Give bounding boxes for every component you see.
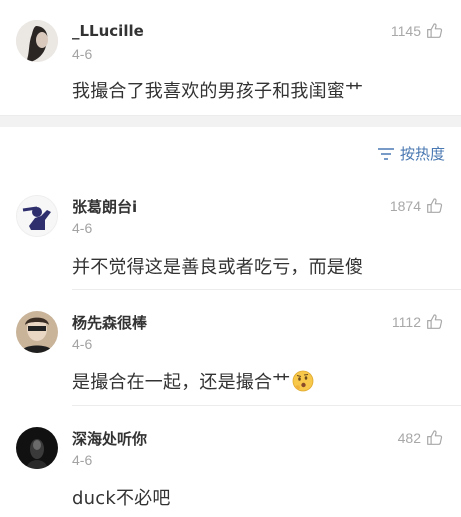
username[interactable]: 张葛朗台i	[72, 196, 137, 217]
thinking-face-emoji-icon	[293, 370, 314, 392]
comment-text: 并不觉得这是善良或者吃亏，而是傻	[72, 257, 364, 278]
thumbs-up-icon	[427, 430, 443, 445]
sort-by-hot-button[interactable]: 按热度	[377, 143, 445, 164]
section-separator	[0, 115, 461, 127]
like-button[interactable]: 482	[398, 429, 443, 446]
thumbs-up-icon	[427, 23, 443, 38]
like-count: 1112	[391, 313, 421, 330]
comment-item[interactable]: 深海处听你 4-6 482 duck不必吧	[0, 406, 461, 517]
comment-item[interactable]: _LLucille 4-6 1145 我撮合了我喜欢的男孩子和我闺蜜艹	[0, 0, 461, 115]
avatar[interactable]	[16, 195, 58, 237]
comment-item[interactable]: 张葛朗台i 4-6 1874 并不觉得这是善良或者吃亏，而是傻	[0, 180, 461, 288]
thumbs-up-icon	[427, 314, 443, 329]
like-button[interactable]: 1112	[392, 313, 443, 330]
comment-item[interactable]: 杨先森很棒 4-6 1112 是撮合在一起，还是撮合艹	[0, 290, 461, 405]
comment-date: 4-6	[72, 220, 93, 236]
thumbs-up-icon	[427, 198, 443, 213]
comment-date: 4-6	[72, 336, 93, 352]
comment-date: 4-6	[72, 452, 93, 468]
avatar[interactable]	[16, 427, 58, 469]
comment-text: 我撮合了我喜欢的男孩子和我闺蜜艹	[72, 81, 364, 102]
avatar[interactable]	[16, 20, 58, 62]
sort-lines-icon	[377, 147, 394, 160]
comment-text: 是撮合在一起，还是撮合艹	[72, 372, 291, 393]
sort-label: 按热度	[399, 145, 445, 163]
like-button[interactable]: 1874	[390, 197, 443, 214]
avatar[interactable]	[16, 311, 58, 353]
comment-text-row: 是撮合在一起，还是撮合艹	[72, 368, 314, 394]
like-count: 1145	[390, 22, 421, 39]
like-button[interactable]: 1145	[391, 22, 443, 39]
username[interactable]: 杨先森很棒	[72, 312, 147, 333]
username[interactable]: 深海处听你	[72, 428, 147, 449]
like-count: 482	[397, 429, 421, 446]
comment-date: 4-6	[72, 46, 93, 62]
comment-text: duck不必吧	[72, 488, 171, 509]
like-count: 1874	[389, 197, 421, 214]
username[interactable]: _LLucille	[72, 22, 144, 40]
